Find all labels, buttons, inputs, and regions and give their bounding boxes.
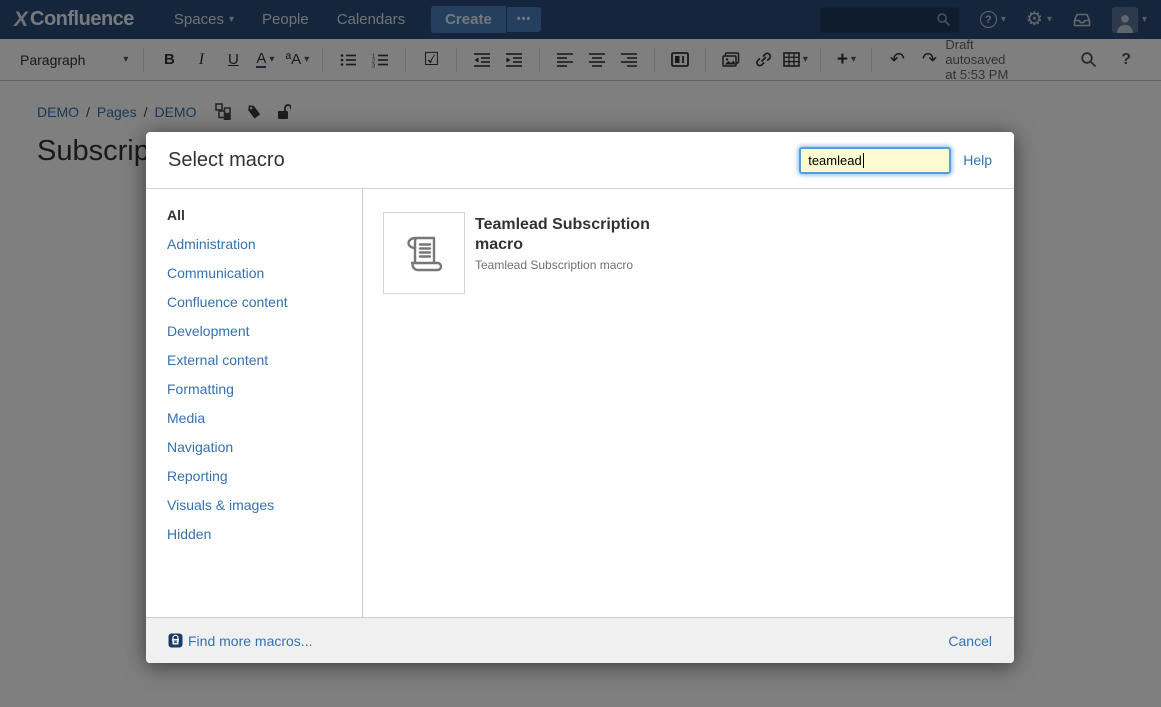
category-item[interactable]: Hidden [167, 526, 362, 555]
macro-scroll-icon [401, 230, 447, 276]
category-item[interactable]: All [167, 207, 362, 236]
dialog-body: AllAdministrationCommunicationConfluence… [146, 189, 1014, 617]
category-item[interactable]: Visuals & images [167, 497, 362, 526]
category-item[interactable]: Administration [167, 236, 362, 265]
select-macro-dialog: Select macro Help AllAdministrationCommu… [146, 132, 1014, 663]
category-item[interactable]: Formatting [167, 381, 362, 410]
find-more-macros-link[interactable]: Find more macros... [168, 633, 312, 649]
macro-categories: AllAdministrationCommunicationConfluence… [167, 207, 362, 555]
macro-result-item[interactable]: Teamlead Subscription macro Teamlead Sub… [383, 212, 693, 294]
macro-result-title: Teamlead Subscription macro [475, 215, 675, 255]
macro-icon-box [383, 212, 465, 294]
category-item[interactable]: Reporting [167, 468, 362, 497]
cancel-button[interactable]: Cancel [948, 633, 992, 649]
dialog-header: Select macro Help [146, 132, 1014, 189]
macro-result-description: Teamlead Subscription macro [475, 258, 675, 272]
dialog-footer: Find more macros... Cancel [146, 617, 1014, 663]
dialog-title: Select macro [168, 149, 285, 172]
category-item[interactable]: Media [167, 410, 362, 439]
macro-search-input[interactable] [799, 147, 951, 174]
category-item[interactable]: Navigation [167, 439, 362, 468]
category-item[interactable]: External content [167, 352, 362, 381]
text-cursor [863, 153, 864, 168]
marketplace-icon [168, 633, 183, 648]
macro-category-panel: AllAdministrationCommunicationConfluence… [146, 189, 363, 617]
category-item[interactable]: Development [167, 323, 362, 352]
category-item[interactable]: Confluence content [167, 294, 362, 323]
dialog-help-link[interactable]: Help [963, 152, 992, 168]
category-item[interactable]: Communication [167, 265, 362, 294]
macro-results: Teamlead Subscription macro Teamlead Sub… [363, 189, 1014, 617]
